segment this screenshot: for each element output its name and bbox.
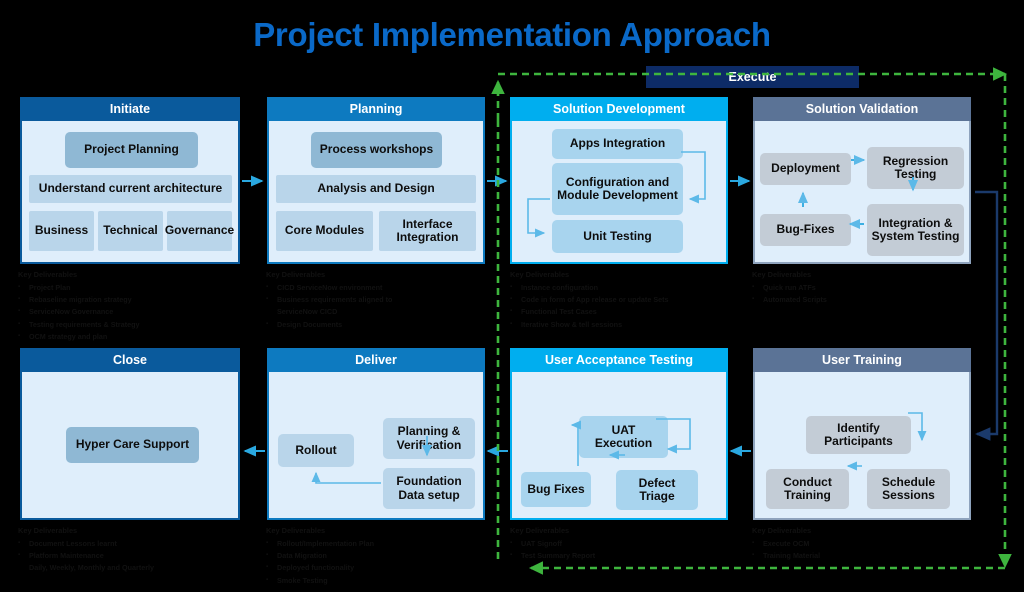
node-defect-triage[interactable]: Defect Triage [616, 470, 698, 510]
page-title: Project Implementation Approach [253, 16, 771, 53]
key-deliverables-planning: Key Deliverables CICD ServiceNow environ… [266, 269, 392, 331]
node-hyper-care-support[interactable]: Hyper Care Support [66, 427, 199, 463]
phase-panel-close[interactable]: Close Hyper Care Support [20, 348, 240, 520]
key-deliverables-solution-validation: Key Deliverables Quick run ATFs Automate… [752, 269, 827, 306]
phase-panel-user-acceptance-testing[interactable]: User Acceptance Testing UAT Execution Bu… [510, 348, 728, 520]
phase-header-close: Close [20, 348, 240, 372]
phase-body-user-training: Identify Participants Conduct Training S… [753, 372, 971, 520]
node-technical[interactable]: Technical [98, 211, 163, 251]
node-business[interactable]: Business [29, 211, 94, 251]
phase-panel-deliver[interactable]: Deliver Rollout Planning & Verification … [267, 348, 485, 520]
key-deliverables-solution-development: Key Deliverables Instance configuration … [510, 269, 669, 331]
execute-banner-label: Execute [728, 70, 777, 84]
diagram-canvas: Project Implementation Approach Execute … [0, 0, 1024, 592]
node-rollout[interactable]: Rollout [278, 434, 354, 467]
node-integration-system-testing[interactable]: Integration & System Testing [867, 204, 964, 256]
key-deliverables-deliver: Key Deliverables Rollout/Implementation … [266, 525, 374, 587]
node-project-planning[interactable]: Project Planning [65, 132, 198, 168]
phase-header-solution-validation: Solution Validation [753, 97, 971, 121]
phase-title-user-acceptance-testing: User Acceptance Testing [545, 353, 693, 367]
node-interface-integration[interactable]: Interface Integration [379, 211, 476, 251]
node-unit-testing[interactable]: Unit Testing [552, 220, 683, 253]
phase-body-solution-development: Apps Integration Configuration and Modul… [510, 121, 728, 264]
node-apps-integration[interactable]: Apps Integration [552, 129, 683, 159]
key-deliverables-initiate: Key Deliverables Project Plan Rebaseline… [18, 269, 140, 344]
phase-panel-planning[interactable]: Planning Process workshops Analysis and … [267, 97, 485, 264]
node-uat-execution[interactable]: UAT Execution [579, 416, 668, 458]
node-core-modules[interactable]: Core Modules [276, 211, 373, 251]
node-regression-testing[interactable]: Regression Testing [867, 147, 964, 189]
key-deliverables-user-training: Key Deliverables Execute OCM Training Ma… [752, 525, 820, 562]
phase-panel-solution-development[interactable]: Solution Development Apps Integration Co… [510, 97, 728, 264]
phase-body-initiate: Project Planning Understand current arch… [20, 121, 240, 264]
phase-title-planning: Planning [349, 102, 403, 116]
phase-body-deliver: Rollout Planning & Verification Foundati… [267, 372, 485, 520]
phase-body-planning: Process workshops Analysis and Design Co… [267, 121, 485, 264]
node-understand-current-architecture[interactable]: Understand current architecture [29, 175, 232, 203]
phase-title-user-training: User Training [822, 353, 902, 367]
node-configuration-and-module-development[interactable]: Configuration and Module Development [552, 163, 683, 215]
node-process-workshops[interactable]: Process workshops [311, 132, 442, 168]
phase-panel-solution-validation[interactable]: Solution Validation Deployment Regressio… [753, 97, 971, 264]
node-analysis-and-design[interactable]: Analysis and Design [276, 175, 476, 203]
phase-title-initiate: Initiate [109, 102, 151, 116]
node-planning-verification[interactable]: Planning & Verification [383, 418, 475, 459]
node-governance[interactable]: Governance [165, 211, 234, 251]
phase-body-solution-validation: Deployment Regression Testing Bug-Fixes … [753, 121, 971, 264]
node-bug-fixes-uat[interactable]: Bug Fixes [521, 472, 591, 507]
node-bug-fixes[interactable]: Bug-Fixes [760, 214, 851, 246]
phase-title-close: Close [112, 353, 148, 367]
node-schedule-sessions[interactable]: Schedule Sessions [867, 469, 950, 509]
phase-header-initiate: Initiate [20, 97, 240, 121]
execute-banner: Execute [646, 66, 859, 88]
phase-header-solution-development: Solution Development [510, 97, 728, 121]
return-path-validation-to-training [975, 190, 999, 441]
node-conduct-training[interactable]: Conduct Training [766, 469, 849, 509]
key-deliverables-user-acceptance-testing: Key Deliverables UAT Signoff Test Summar… [510, 525, 595, 562]
phase-body-user-acceptance-testing: UAT Execution Bug Fixes Defect Triage [510, 372, 728, 520]
phase-body-close: Hyper Care Support [20, 372, 240, 520]
phase-panel-user-training[interactable]: User Training Identify Participants Cond… [753, 348, 971, 520]
node-deployment[interactable]: Deployment [760, 153, 851, 185]
phase-title-solution-validation: Solution Validation [805, 102, 919, 116]
node-identify-participants[interactable]: Identify Participants [806, 416, 911, 454]
phase-header-user-acceptance-testing: User Acceptance Testing [510, 348, 728, 372]
key-deliverables-close: Key Deliverables Document Lessons learnt… [18, 525, 154, 575]
phase-title-deliver: Deliver [355, 353, 397, 367]
phase-header-deliver: Deliver [267, 348, 485, 372]
phase-header-user-training: User Training [753, 348, 971, 372]
phase-panel-initiate[interactable]: Initiate Project Planning Understand cur… [20, 97, 240, 264]
phase-title-solution-development: Solution Development [553, 102, 685, 116]
phase-header-planning: Planning [267, 97, 485, 121]
node-foundation-data-setup[interactable]: Foundation Data setup [383, 468, 475, 509]
